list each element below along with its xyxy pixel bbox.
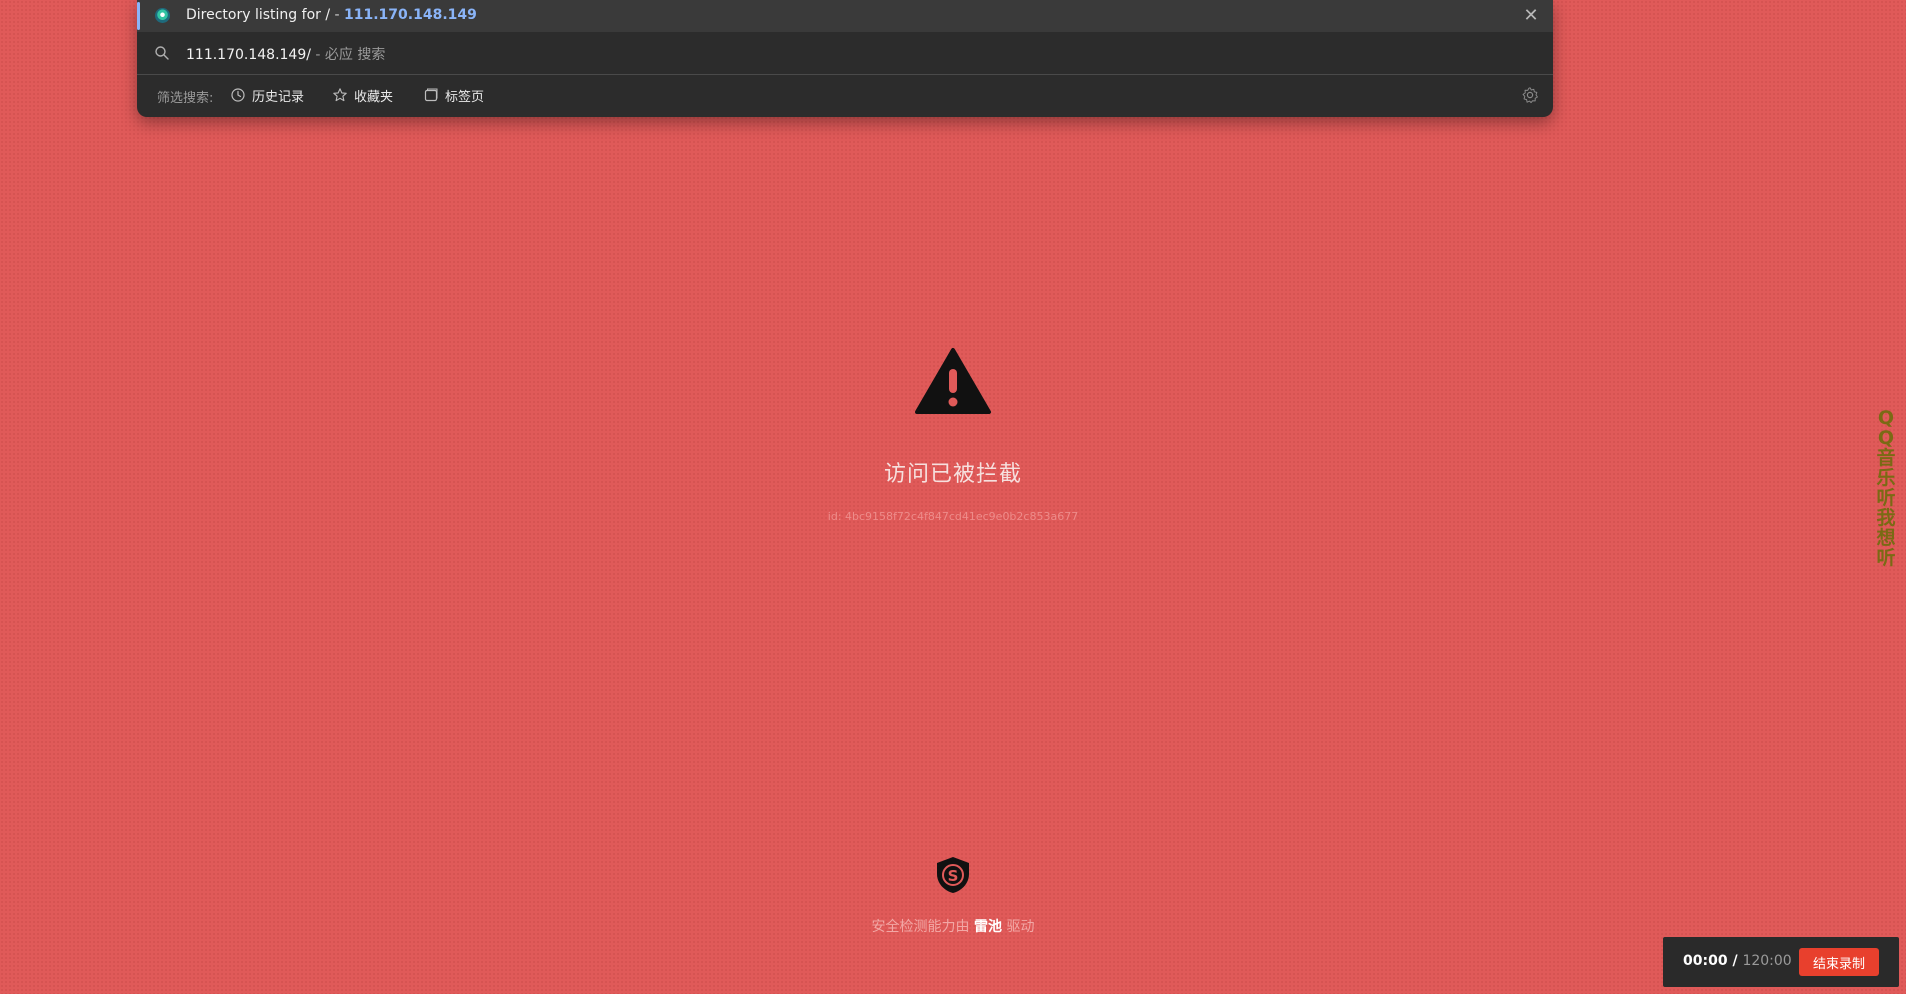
svg-text:S: S bbox=[948, 867, 959, 885]
recording-total-time: 120:00 bbox=[1742, 953, 1792, 969]
request-id: id: 4bc9158f72c4f847cd41ec9e0b2c853a677 bbox=[827, 510, 1079, 523]
page-background bbox=[0, 0, 1906, 994]
music-widget-text[interactable]: QQ音乐 听我想听 bbox=[1874, 408, 1898, 568]
suggestion-text: Directory listing for / - 111.170.148.14… bbox=[186, 7, 477, 23]
recording-bar: 00:00 / 120:00 结束录制 bbox=[1663, 937, 1899, 987]
filter-tabs-label: 标签页 bbox=[445, 89, 485, 105]
search-engine-hint: - 必应 搜索 bbox=[310, 47, 386, 63]
powered-suffix: 驱动 bbox=[1002, 919, 1035, 935]
selection-indicator bbox=[137, 2, 140, 30]
filter-label: 筛选搜索: bbox=[157, 91, 214, 106]
filter-tabs-button[interactable]: 标签页 bbox=[423, 84, 484, 106]
blocked-title: 访问已被拦截 bbox=[883, 462, 1022, 487]
powered-by-text: 安全检测能力由 雷池 驱动 bbox=[753, 916, 1153, 936]
history-icon bbox=[231, 88, 245, 102]
typed-url: 111.170.148.149/ bbox=[186, 47, 311, 63]
warning-icon bbox=[915, 348, 991, 414]
address-input-row[interactable]: 111.170.148.149/ - 必应 搜索 bbox=[137, 32, 1553, 75]
recording-separator: / bbox=[1727, 953, 1743, 969]
filter-bookmarks-label: 收藏夹 bbox=[354, 89, 394, 105]
suggestion-url: 111.170.148.149 bbox=[344, 7, 477, 23]
star-icon bbox=[333, 88, 347, 102]
suggestion-row[interactable]: Directory listing for / - 111.170.148.14… bbox=[137, 0, 1553, 32]
recording-timer: 00:00 / 120:00 bbox=[1683, 953, 1792, 969]
suggestion-separator: - bbox=[330, 7, 345, 23]
tabs-icon bbox=[424, 88, 438, 102]
address-bar-dropdown: Directory listing for / - 111.170.148.14… bbox=[137, 0, 1553, 117]
powered-brand: 雷池 bbox=[974, 919, 1002, 935]
filter-history-label: 历史记录 bbox=[252, 89, 305, 105]
gear-icon[interactable] bbox=[1521, 86, 1539, 104]
recording-current-time: 00:00 bbox=[1683, 953, 1728, 969]
filter-bookmarks-button[interactable]: 收藏夹 bbox=[332, 84, 393, 106]
shield-icon: S bbox=[937, 857, 969, 893]
filter-history-button[interactable]: 历史记录 bbox=[230, 84, 304, 106]
site-favicon-icon bbox=[155, 8, 170, 23]
search-icon bbox=[155, 46, 169, 60]
suggestion-title: Directory listing for / bbox=[186, 7, 331, 23]
powered-prefix: 安全检测能力由 bbox=[871, 919, 974, 935]
search-filters: 筛选搜索: 历史记录 收藏夹 标签页 bbox=[137, 80, 1553, 110]
address-input[interactable]: 111.170.148.149/ - 必应 搜索 bbox=[186, 44, 385, 64]
stop-recording-button[interactable]: 结束录制 bbox=[1799, 948, 1879, 976]
close-icon[interactable]: ✕ bbox=[1521, 6, 1541, 26]
